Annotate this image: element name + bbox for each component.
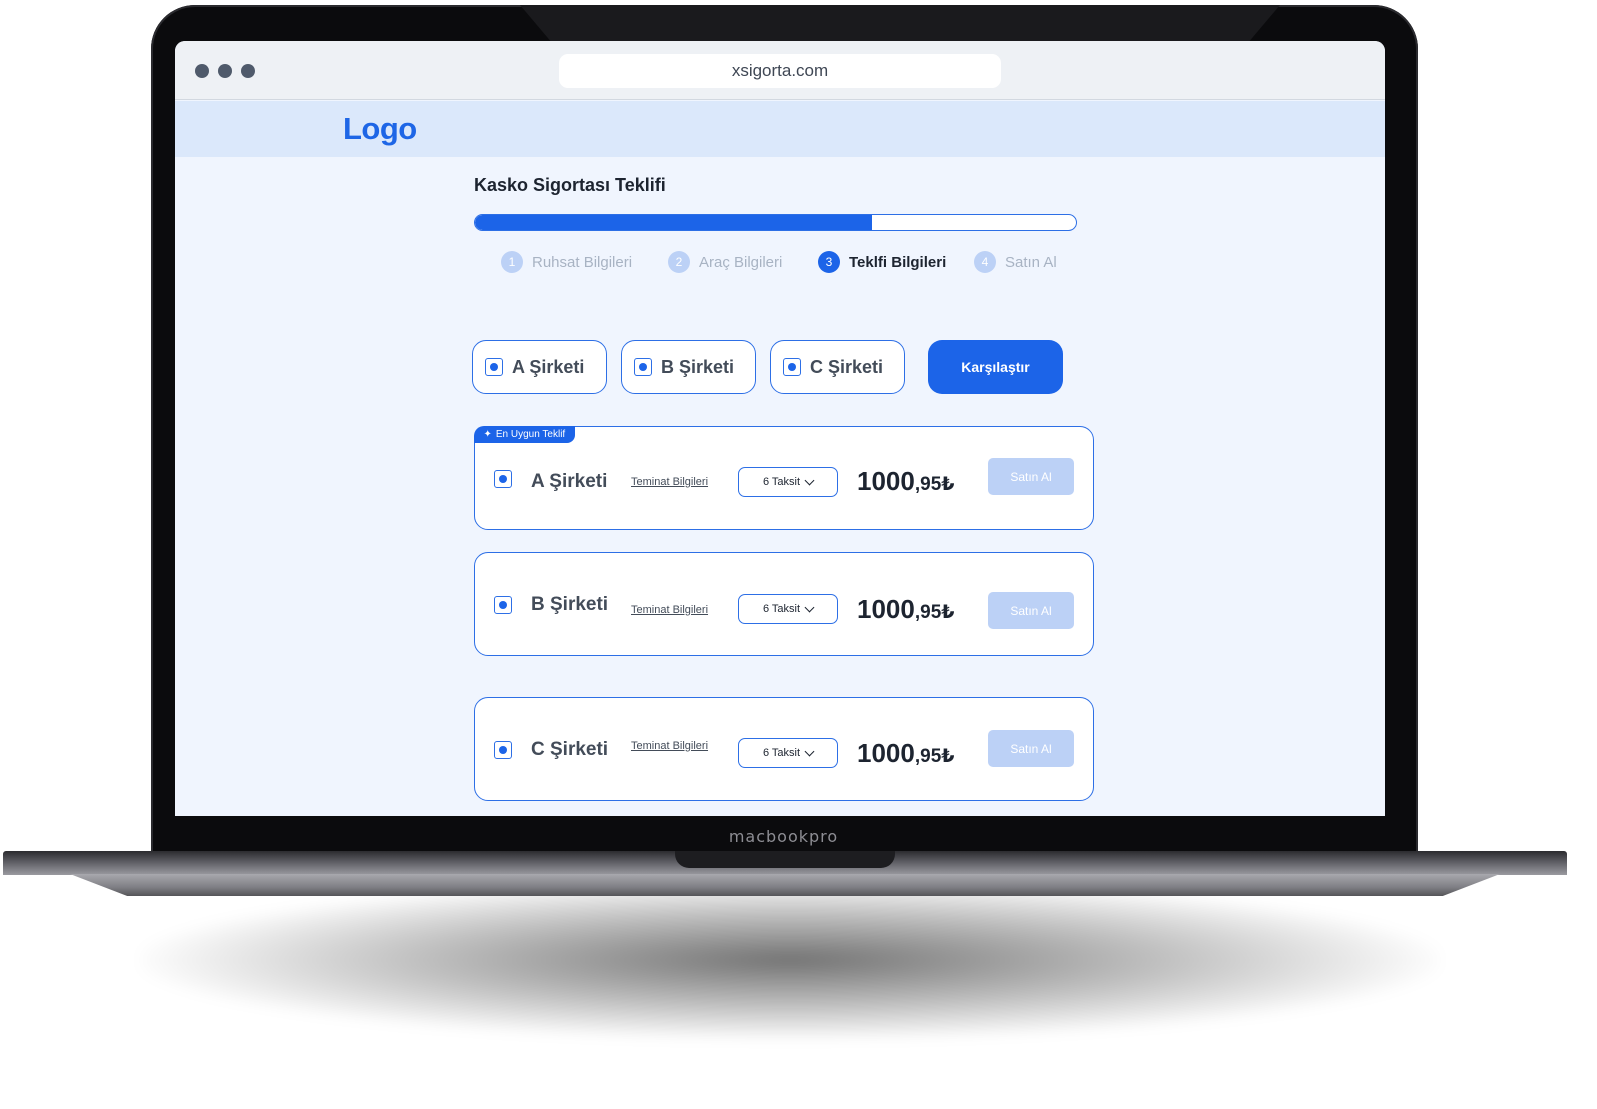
step-ruhsat[interactable]: 1 Ruhsat Bilgileri [501,250,632,274]
buy-button[interactable]: Satın Al [988,730,1074,767]
browser-toolbar: xsigorta.com [175,41,1385,100]
device-label: macbookpro [728,827,839,846]
chip-label: A Şirketi [512,356,585,377]
buy-button[interactable]: Satın Al [988,592,1074,629]
step-label: Araç Bilgileri [699,253,783,271]
address-bar[interactable]: xsigorta.com [559,54,1001,88]
price-decimal: ,95₺ [914,746,955,767]
sparkle-icon: ✦ [483,428,492,440]
price-decimal: ,95₺ [914,474,955,495]
checkbox[interactable] [634,358,652,376]
progress-bar [474,214,1077,231]
step-label: Ruhsat Bilgileri [532,253,633,271]
window-maximize-dot[interactable] [241,64,255,78]
price-integer: 1000 [857,466,915,496]
step-label: Satın Al [1005,253,1057,271]
installment-select[interactable]: 6 Taksit [738,594,838,624]
offer-card-a: ✦ En Uygun Teklif A Şirketi Teminat Bilg… [473,425,1094,530]
laptop-shadow [140,880,1440,1040]
step-arac[interactable]: 2 Araç Bilgileri [668,250,782,274]
installment-select[interactable]: 6 Taksit [738,738,838,768]
installment-value: 6 Taksit [762,603,801,615]
price: 1000,95₺ [857,594,954,625]
offer-checkbox[interactable] [494,470,512,488]
compare-button[interactable]: Karşılaştır [928,340,1063,394]
progress-fill [475,215,872,230]
price: 1000,95₺ [857,466,954,497]
laptop-base-bottom [70,874,1500,896]
checkbox[interactable] [783,358,801,376]
checkbox[interactable] [485,358,503,376]
filter-chip-a[interactable]: A Şirketi [472,340,607,394]
lid-glare [520,5,1280,41]
laptop-notch [675,851,895,868]
site-header: Logo [175,101,1385,157]
buy-button[interactable]: Satın Al [988,458,1074,495]
terms-link[interactable]: Teminat Bilgileri [631,476,708,488]
step-label: Teklfi Bilgileri [849,253,947,271]
chip-label: C Şirketi [810,356,884,377]
window-minimize-dot[interactable] [218,64,232,78]
checkbox-dot [788,363,796,371]
installment-select[interactable]: 6 Taksit [738,467,838,497]
offer-card-b: B Şirketi Teminat Bilgileri 6 Taksit 100… [474,552,1094,656]
chip-label: B Şirketi [661,356,735,377]
price-integer: 1000 [857,738,915,768]
laptop-mockup: macbookpro xsigorta.com Logo Kasko Sigor… [0,0,1597,1109]
checkbox-dot [499,475,507,483]
chevron-down-icon [804,746,815,756]
checkbox-dot [499,601,507,609]
installment-value: 6 Taksit [762,747,801,759]
terms-link[interactable]: Teminat Bilgileri [631,604,708,616]
chevron-down-icon [804,475,815,485]
price: 1000,95₺ [857,738,954,769]
installment-value: 6 Taksit [762,476,801,488]
checkbox-dot [639,363,647,371]
site-logo[interactable]: Logo [343,111,417,147]
filter-chip-c[interactable]: C Şirketi [770,340,905,394]
company-name: A Şirketi [531,471,608,492]
step-number: 2 [668,251,690,273]
screen: xsigorta.com Logo Kasko Sigortası Teklif… [175,41,1385,816]
chevron-down-icon [804,602,815,612]
offer-checkbox[interactable] [494,741,512,759]
step-number: 3 [818,251,840,273]
step-number: 1 [501,251,523,273]
badge-label: En Uygun Teklif [495,428,566,440]
filter-chip-b[interactable]: B Şirketi [621,340,756,394]
step-teklif[interactable]: 3 Teklfi Bilgileri [818,250,946,274]
best-offer-badge: ✦ En Uygun Teklif [473,425,576,443]
step-satin-al[interactable]: 4 Satın Al [974,250,1057,274]
price-decimal: ,95₺ [914,602,955,623]
offer-card-c: C Şirketi Teminat Bilgileri 6 Taksit 100… [474,697,1094,801]
company-name: B Şirketi [531,594,609,615]
offer-checkbox[interactable] [494,596,512,614]
checkbox-dot [499,746,507,754]
page-title: Kasko Sigortası Teklifi [474,175,666,195]
checkbox-dot [490,363,498,371]
terms-link[interactable]: Teminat Bilgileri [631,740,708,752]
step-number: 4 [974,251,996,273]
window-close-dot[interactable] [195,64,209,78]
price-integer: 1000 [857,594,915,624]
company-name: C Şirketi [531,739,609,760]
